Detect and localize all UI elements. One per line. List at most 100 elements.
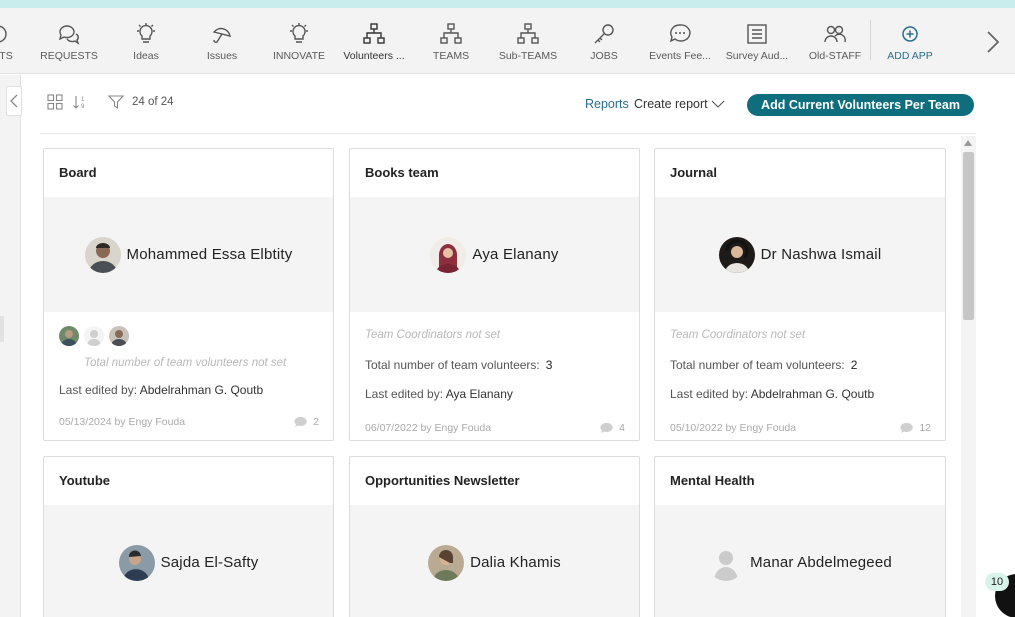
avatar[interactable] (430, 236, 467, 273)
app-item-ideas[interactable]: Ideas (125, 8, 167, 74)
card-title[interactable]: Opportunities Newsletter (365, 473, 520, 488)
sidebar-tab[interactable] (0, 316, 4, 342)
app-item-partial[interactable]: TS (0, 8, 26, 74)
org-chart-icon (363, 23, 385, 44)
card-title[interactable]: Journal (670, 165, 717, 180)
card-title[interactable]: Board (59, 165, 97, 180)
chat-bubbles-icon (58, 25, 80, 45)
comment-icon (900, 422, 914, 433)
last-edited-user[interactable]: Abdelrahman G. Qoutb (751, 387, 874, 401)
team-lead-name[interactable]: Aya Elanany (472, 246, 558, 263)
volunteers-count: Total number of team volunteers: 3 (365, 358, 552, 372)
comments-number: 12 (919, 422, 931, 434)
partial-icon (0, 25, 7, 43)
volunteers-count-label: Total number of team volunteers: (365, 358, 540, 372)
volunteers-count-label: Total number of team volunteers: (670, 358, 845, 372)
reports-link[interactable]: Reports (585, 97, 629, 111)
speech-bubble-icon (669, 24, 691, 43)
record-count: 24 of 24 (132, 96, 174, 108)
team-card[interactable]: Youtube Sajda El-Safty (43, 456, 334, 617)
app-item-issues[interactable]: Issues (200, 8, 244, 74)
person-photo-icon (718, 236, 755, 273)
person-placeholder-icon (84, 326, 104, 346)
collapse-sidebar-button[interactable] (6, 86, 22, 116)
avatar[interactable] (718, 236, 755, 273)
team-card[interactable]: Mental Health Manar Abdelmegeed (654, 456, 946, 617)
comments-number: 2 (313, 416, 319, 428)
volunteers-count: Total number of team volunteers: 2 (670, 358, 857, 372)
last-edited-prefix: Last edited by: (670, 387, 749, 401)
team-lead: Dr Nashwa Ismail (655, 197, 945, 312)
team-card[interactable]: Books team Aya Elanany Team Coordinators… (349, 148, 640, 441)
grid-view-icon[interactable] (47, 94, 63, 110)
team-card[interactable]: Board Mohammed Essa Elbtity Total number… (43, 148, 334, 441)
app-item-jobs[interactable]: JOBS (586, 8, 622, 74)
team-lead-name[interactable]: Dr Nashwa Ismail (761, 246, 882, 263)
app-item-survey-audience[interactable]: Survey Aud... (722, 8, 792, 74)
avatar[interactable] (118, 544, 155, 581)
team-lead-name[interactable]: Dalia Khamis (470, 554, 561, 571)
coordinators-unset: Team Coordinators not set (365, 329, 501, 341)
comments-count[interactable]: 12 (900, 422, 931, 434)
app-item-old-staff[interactable]: Old-STAFF (806, 8, 864, 74)
umbrella-icon (212, 27, 231, 43)
left-sidebar-rail (0, 75, 21, 617)
create-report-dropdown[interactable]: Create report (634, 97, 725, 111)
comment-icon (294, 416, 307, 427)
filter-icon[interactable] (108, 94, 124, 110)
sort-icon[interactable]: 19 (72, 94, 88, 110)
app-bar-divider (870, 20, 871, 60)
people-icon (824, 25, 846, 43)
volunteers-count-value: 3 (545, 358, 553, 372)
last-edited: Last edited by: Abdelrahman G. Qoutb (59, 383, 263, 397)
avatar[interactable] (59, 326, 79, 346)
team-lead-name[interactable]: Mohammed Essa Elbtity (127, 246, 293, 263)
last-edited-user[interactable]: Aya Elanany (446, 387, 513, 401)
app-item-innovate[interactable]: INNOVATE (271, 8, 327, 74)
app-item-teams[interactable]: TEAMS (428, 8, 474, 74)
app-item-volunteers[interactable]: Volunteers ... (340, 8, 408, 74)
avatar[interactable] (84, 236, 121, 273)
chevron-left-icon (10, 94, 18, 108)
avatar[interactable] (708, 544, 745, 581)
comments-count[interactable]: 4 (600, 422, 625, 434)
notification-badge[interactable]: 10 (985, 573, 1009, 591)
app-item-requests[interactable]: REQUESTS (39, 8, 99, 74)
chevron-right-icon[interactable] (982, 28, 1004, 56)
card-title[interactable]: Youtube (59, 473, 110, 488)
last-edited-user[interactable]: Abdelrahman G. Qoutb (140, 383, 263, 397)
app-item-events-feedback[interactable]: Events Fee... (646, 8, 714, 74)
coordinators-unset: Team Coordinators not set (670, 329, 806, 341)
team-card[interactable]: Opportunities Newsletter Dalia Khamis (349, 456, 640, 617)
card-footer-date: 05/10/2022 by Engy Fouda (670, 422, 797, 434)
team-card[interactable]: Journal Dr Nashwa Ismail Team Coordinato… (654, 148, 946, 441)
comments-count[interactable]: 2 (294, 416, 319, 428)
add-volunteers-per-team-button[interactable]: Add Current Volunteers Per Team (747, 94, 974, 116)
scroll-up-arrow-icon[interactable] (964, 140, 972, 146)
scrollbar-thumb[interactable] (963, 152, 974, 320)
svg-text:9: 9 (81, 104, 85, 110)
card-footer-date: 05/13/2024 by Engy Fouda (59, 416, 186, 428)
person-photo-icon (430, 236, 467, 273)
team-lead: Aya Elanany (350, 197, 639, 312)
card-title[interactable]: Mental Health (670, 473, 755, 488)
team-lead: Dalia Khamis (350, 505, 639, 617)
plus-circle-icon (902, 26, 918, 42)
team-lead: Sajda El-Safty (44, 505, 333, 617)
team-lead-name[interactable]: Manar Abdelmegeed (750, 554, 892, 571)
team-lead: Manar Abdelmegeed (655, 505, 945, 617)
avatar[interactable] (109, 326, 129, 346)
person-photo-icon (428, 544, 465, 581)
avatar[interactable] (428, 544, 465, 581)
person-photo-icon (59, 326, 79, 346)
create-report-label: Create report (634, 97, 708, 111)
avatar[interactable] (84, 326, 104, 346)
card-title[interactable]: Books team (365, 165, 439, 180)
person-photo-icon (84, 236, 121, 273)
last-edited-prefix: Last edited by: (59, 383, 138, 397)
org-chart-icon (440, 23, 462, 44)
header-divider (40, 133, 976, 134)
add-app-button[interactable]: ADD APP (886, 8, 934, 74)
app-item-sub-teams[interactable]: Sub-TEAMS (496, 8, 560, 74)
team-lead-name[interactable]: Sajda El-Safty (161, 554, 259, 571)
